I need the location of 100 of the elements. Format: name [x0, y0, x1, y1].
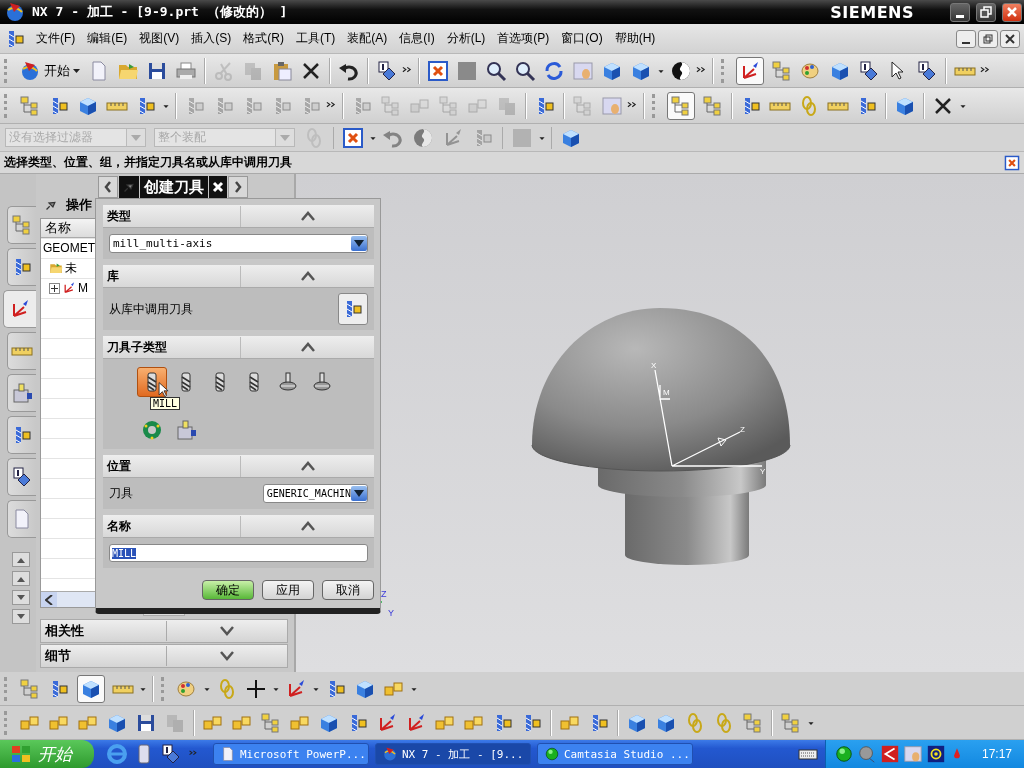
tree-item[interactable]: GEOMET — [43, 241, 95, 255]
scroll-button[interactable] — [12, 590, 30, 605]
collapsible-panel[interactable]: 相关性 — [40, 619, 288, 643]
t-cutter-icon — [311, 371, 333, 393]
diamond-icon[interactable] — [858, 59, 880, 82]
tree-item[interactable]: 未 — [65, 259, 77, 277]
toolbar-button[interactable] — [667, 91, 695, 120]
scroll-button[interactable] — [12, 571, 30, 586]
dialog-button[interactable]: 确定 — [202, 580, 254, 600]
axis-label: X — [651, 361, 657, 370]
sphere-icon[interactable] — [670, 59, 692, 82]
diamond-icon — [11, 466, 33, 488]
toolbar-grip[interactable] — [161, 676, 167, 701]
toolbar-button[interactable] — [77, 674, 105, 703]
toolbar-grip[interactable] — [4, 710, 10, 735]
ball-icon[interactable] — [833, 744, 854, 764]
type-dropdown[interactable]: mill_multi-axis — [109, 234, 368, 253]
close-icon — [212, 181, 224, 193]
section-header[interactable]: 名称 — [103, 515, 374, 538]
plus-icon[interactable] — [245, 677, 267, 700]
flag-icon — [10, 743, 32, 765]
taskbar-button[interactable]: Camtasia Studio ... — [537, 743, 693, 765]
brand-logo: SIEMENS — [830, 2, 914, 22]
down-arrow-icon — [17, 594, 25, 601]
tree-icon[interactable] — [771, 59, 793, 82]
menu-item[interactable]: 视图(V) — [133, 28, 186, 49]
t-cutter-icon — [277, 371, 299, 393]
section-header[interactable]: 类型 — [103, 205, 374, 228]
toolbar-grip[interactable] — [4, 676, 10, 701]
scroll-button[interactable] — [12, 609, 30, 624]
scroll-left-button[interactable] — [41, 592, 57, 607]
toolbar-button[interactable] — [736, 56, 764, 85]
tool-dropdown[interactable]: GENERIC_MACHIN — [262, 484, 368, 503]
close-button[interactable] — [209, 176, 227, 198]
section-header[interactable]: 位置 — [103, 455, 374, 478]
menu-item[interactable]: 装配(A) — [341, 28, 394, 49]
restore-icon — [980, 6, 992, 18]
signal-icon[interactable] — [925, 744, 946, 764]
menu-item[interactable]: 编辑(E) — [81, 28, 134, 49]
collapsible-panel[interactable]: 细节 — [40, 644, 288, 668]
taskbar-button[interactable]: Microsoft PowerP... — [213, 743, 369, 765]
printer-icon[interactable] — [175, 59, 197, 82]
tree-icon[interactable] — [742, 711, 764, 734]
start-menu-button[interactable]: 开始 — [19, 59, 81, 82]
diamond-icon[interactable] — [376, 59, 398, 82]
diamond-icon[interactable] — [916, 59, 938, 82]
restore-button[interactable] — [978, 29, 998, 48]
menu-item[interactable]: 插入(S) — [185, 28, 238, 49]
resource-tab[interactable] — [7, 458, 36, 496]
subtype-button[interactable] — [137, 367, 167, 397]
next-button[interactable] — [228, 176, 248, 198]
menu-item[interactable]: 格式(R) — [237, 28, 290, 49]
section-header[interactable]: 刀具子类型 — [103, 336, 374, 359]
frame-icon[interactable] — [1004, 154, 1020, 171]
expand-toggle[interactable] — [49, 282, 60, 294]
menu-item[interactable]: 工具(T) — [290, 28, 342, 49]
toolbar-grip[interactable] — [652, 93, 658, 118]
navigator-title: 操作 — [66, 196, 92, 214]
name-field[interactable]: MILL — [109, 544, 368, 562]
cue-line: 选择类型、位置、组，并指定刀具名或从库中调用刀具 — [4, 154, 293, 171]
folder-icon — [49, 261, 63, 275]
dialog-button[interactable]: 取消 — [322, 580, 374, 600]
section-header[interactable]: 库 — [103, 265, 374, 288]
menu-item[interactable]: 信息(I) — [393, 28, 441, 49]
menu-item[interactable]: 窗口(O) — [555, 28, 609, 49]
toolbar-grip[interactable] — [4, 58, 10, 83]
tree-item[interactable]: M — [78, 281, 88, 295]
menu-item[interactable]: 分析(L) — [440, 28, 492, 49]
minimize-button[interactable] — [950, 2, 970, 22]
menu-item[interactable]: 帮助(H) — [608, 28, 662, 49]
magnifier-icon[interactable] — [514, 59, 536, 82]
taskbar-button[interactable]: NX 7 - 加工 - [9... — [375, 743, 531, 765]
tree-icon — [11, 214, 33, 236]
rotate-icon[interactable] — [543, 59, 565, 82]
frame-icon[interactable] — [342, 126, 364, 149]
toolbar-grip[interactable] — [4, 93, 10, 118]
square-icon[interactable] — [456, 59, 478, 82]
tree-icon[interactable] — [702, 94, 724, 117]
tree-icon[interactable] — [19, 677, 41, 700]
restore-button[interactable] — [976, 2, 996, 22]
library-button[interactable] — [338, 293, 368, 325]
toolbar-grip[interactable] — [721, 58, 727, 83]
clock: 17:17 — [981, 747, 1012, 761]
clipboard-icon[interactable] — [271, 59, 293, 82]
previous-button[interactable] — [98, 176, 118, 198]
tree-icon[interactable] — [260, 711, 282, 734]
frame-icon[interactable] — [427, 59, 449, 82]
tree-icon[interactable] — [19, 94, 41, 117]
dialog-button[interactable]: 应用 — [262, 580, 314, 600]
dialog-title: 创建刀具 — [140, 176, 208, 198]
diamond-icon[interactable] — [160, 743, 182, 765]
minimize-button[interactable] — [956, 29, 976, 48]
close-button[interactable] — [1000, 29, 1020, 48]
close-button[interactable] — [1002, 2, 1022, 22]
minimize-icon — [962, 41, 970, 44]
magnifier-icon[interactable] — [485, 59, 507, 82]
menu-item[interactable]: 文件(F) — [30, 28, 82, 49]
scroll-button[interactable] — [12, 552, 30, 567]
browser-icon[interactable] — [106, 743, 128, 765]
menu-item[interactable]: 首选项(P) — [491, 28, 556, 49]
